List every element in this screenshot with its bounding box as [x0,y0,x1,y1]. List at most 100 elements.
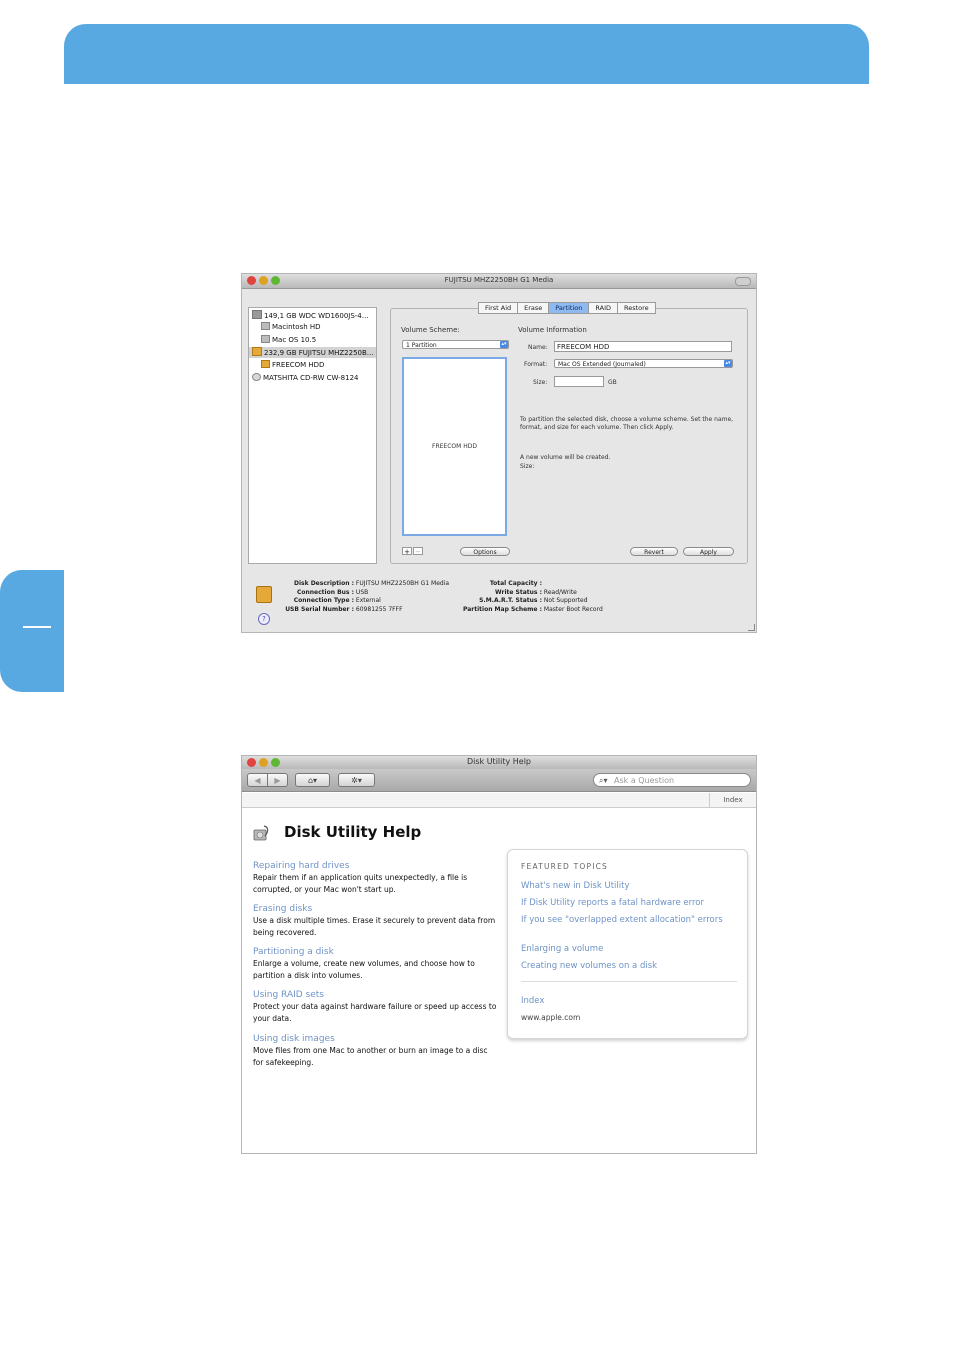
popup-arrows-icon: ▴▾ [724,360,732,367]
topic-repairing: Repairing hard drives Repair them if an … [253,860,498,896]
popup-arrows-icon: ▴▾ [500,341,508,348]
new-volume-size: Size: [520,463,535,470]
source-volume-freecom[interactable]: FREECOM HDD [261,360,324,371]
size-label: Size: [533,379,548,386]
disk-source-list[interactable]: 149,1 GB WDC WD1600JS-4… Macintosh HD Ma… [248,307,377,564]
topic-link[interactable]: Using RAID sets [253,989,498,1001]
apply-button[interactable]: Apply [683,547,734,556]
du-titlebar[interactable]: FUJITSU MHZ2250BH G1 Media [242,274,756,289]
add-partition-button[interactable]: + [402,547,412,556]
index-link[interactable]: Index [521,995,741,1007]
search-input[interactable]: ⌕▾ Ask a Question [593,773,751,787]
forward-button[interactable]: ▶ [267,773,288,787]
topic-disk-images: Using disk images Move files from one Ma… [253,1033,498,1069]
topic-link[interactable]: Partitioning a disk [253,946,498,958]
info-value: External [355,597,381,604]
volume-scheme-label: Volume Scheme: [401,326,460,334]
info-key: Partition Map Scheme : [462,605,542,613]
source-label: Macintosh HD [272,323,321,331]
home-button[interactable]: ⌂▾ [295,773,330,787]
tab-raid[interactable]: RAID [588,302,618,314]
disk-info-area: ? Disk Description : FUJITSU MHZ2250BH G… [242,578,756,630]
help-heading: Disk Utility Help [284,823,422,841]
topic-partitioning: Partitioning a disk Enlarge a volume, cr… [253,946,498,982]
featured-heading: FEATURED TOPICS [521,862,608,871]
side-tab-dash [23,626,51,628]
volume-scheme-value: 1 Partition [406,342,437,349]
info-value: Not Supported [543,597,588,604]
index-tab[interactable]: Index [709,793,756,807]
chapter-side-tab [0,570,64,692]
info-key: Connection Bus : [296,588,354,596]
help-icon[interactable]: ? [258,613,270,625]
source-label: FREECOM HDD [272,361,325,369]
volume-icon [261,335,270,343]
topic-erasing: Erasing disks Use a disk multiple times.… [253,903,498,939]
name-label: Name: [528,344,548,351]
size-field[interactable] [554,376,604,387]
topic-description: Use a disk multiple times. Erase it secu… [253,916,496,937]
topic-raid: Using RAID sets Protect your data agains… [253,989,498,1025]
topic-link[interactable]: Repairing hard drives [253,860,498,872]
resize-handle-icon[interactable] [748,624,755,631]
tab-partition[interactable]: Partition [548,302,590,314]
search-placeholder: Ask a Question [614,776,675,785]
size-unit: GB [608,379,617,386]
volume-icon [261,322,270,330]
options-button[interactable]: Options [460,547,510,556]
disk-utility-app-icon [253,825,269,841]
featured-link[interactable]: Creating new volumes on a disk [521,960,741,972]
help-titlebar[interactable]: Disk Utility Help [242,756,756,769]
help-window-title: Disk Utility Help [466,757,532,766]
disk-info-left: Disk Description : FUJITSU MHZ2250BH G1 … [282,580,449,614]
featured-link[interactable]: If you see "overlapped extent allocation… [521,914,741,926]
format-select[interactable]: Mac OS Extended (Journaled) ▴▾ [554,359,733,368]
help-viewer-window: Disk Utility Help ◀ ▶ ⌂▾ ✲▾ ⌕▾ Ask a Ques… [241,755,757,1154]
apple-website-link[interactable]: www.apple.com [521,1013,580,1022]
remove-partition-button[interactable]: − [413,547,423,556]
partition-layout-volume[interactable]: FREECOM HDD [402,357,507,536]
tab-restore[interactable]: Restore [617,302,656,314]
topic-description: Protect your data against hardware failu… [253,1002,497,1023]
source-volume-mac-os[interactable]: Mac OS 10.5 [261,335,316,346]
toolbar-toggle-icon[interactable] [735,277,751,286]
featured-link[interactable]: What's new in Disk Utility [521,880,741,892]
source-label: 232,9 GB FUJITSU MHZ2250B… [264,349,374,357]
volume-scheme-select[interactable]: 1 Partition ▴▾ [402,340,509,349]
source-label: Mac OS 10.5 [272,336,317,344]
partition-instructions: To partition the selected disk, choose a… [520,416,734,431]
info-value: USB [355,588,369,596]
volume-information-label: Volume Information [518,326,587,334]
info-key: Disk Description : [294,580,354,587]
source-cd-drive[interactable]: MATSHITA CD-RW CW-8124 [252,373,358,384]
disk-utility-window: FUJITSU MHZ2250BH G1 Media 149,1 GB WDC … [241,273,757,633]
topic-description: Move files from one Mac to another or bu… [253,1046,488,1067]
topic-link[interactable]: Erasing disks [253,903,498,915]
source-disk-fujitsu[interactable]: 232,9 GB FUJITSU MHZ2250B… [249,347,376,358]
help-nav-bar: Index [242,793,756,808]
info-key: Write Status : [495,588,542,596]
featured-divider [521,981,737,982]
revert-button[interactable]: Revert [630,547,678,556]
optical-disc-icon [252,373,261,381]
tab-first-aid[interactable]: First Aid [478,302,519,314]
external-disk-icon [256,586,272,603]
source-disk-wdc[interactable]: 149,1 GB WDC WD1600JS-4… [252,310,369,321]
page-header-band [64,24,869,84]
volume-icon [261,360,270,368]
source-label: 149,1 GB WDC WD1600JS-4… [264,312,369,320]
tab-erase[interactable]: Erase [517,302,550,314]
back-button[interactable]: ◀ [247,773,268,787]
topic-link[interactable]: Using disk images [253,1033,498,1045]
featured-link[interactable]: If Disk Utility reports a fatal hardware… [521,897,741,909]
topic-description: Repair them if an application quits unex… [253,873,468,894]
info-key: S.M.A.R.T. Status : [479,597,542,604]
source-volume-macintosh-hd[interactable]: Macintosh HD [261,322,321,333]
info-value: 60981255 7FFF [355,605,403,613]
format-label: Format: [524,361,548,368]
volume-name-field[interactable]: FREECOM HDD [554,341,732,352]
hard-disk-icon [252,310,262,319]
featured-link[interactable]: Enlarging a volume [521,943,741,955]
volume-box-label: FREECOM HDD [432,443,477,450]
action-gear-button[interactable]: ✲▾ [338,773,375,787]
